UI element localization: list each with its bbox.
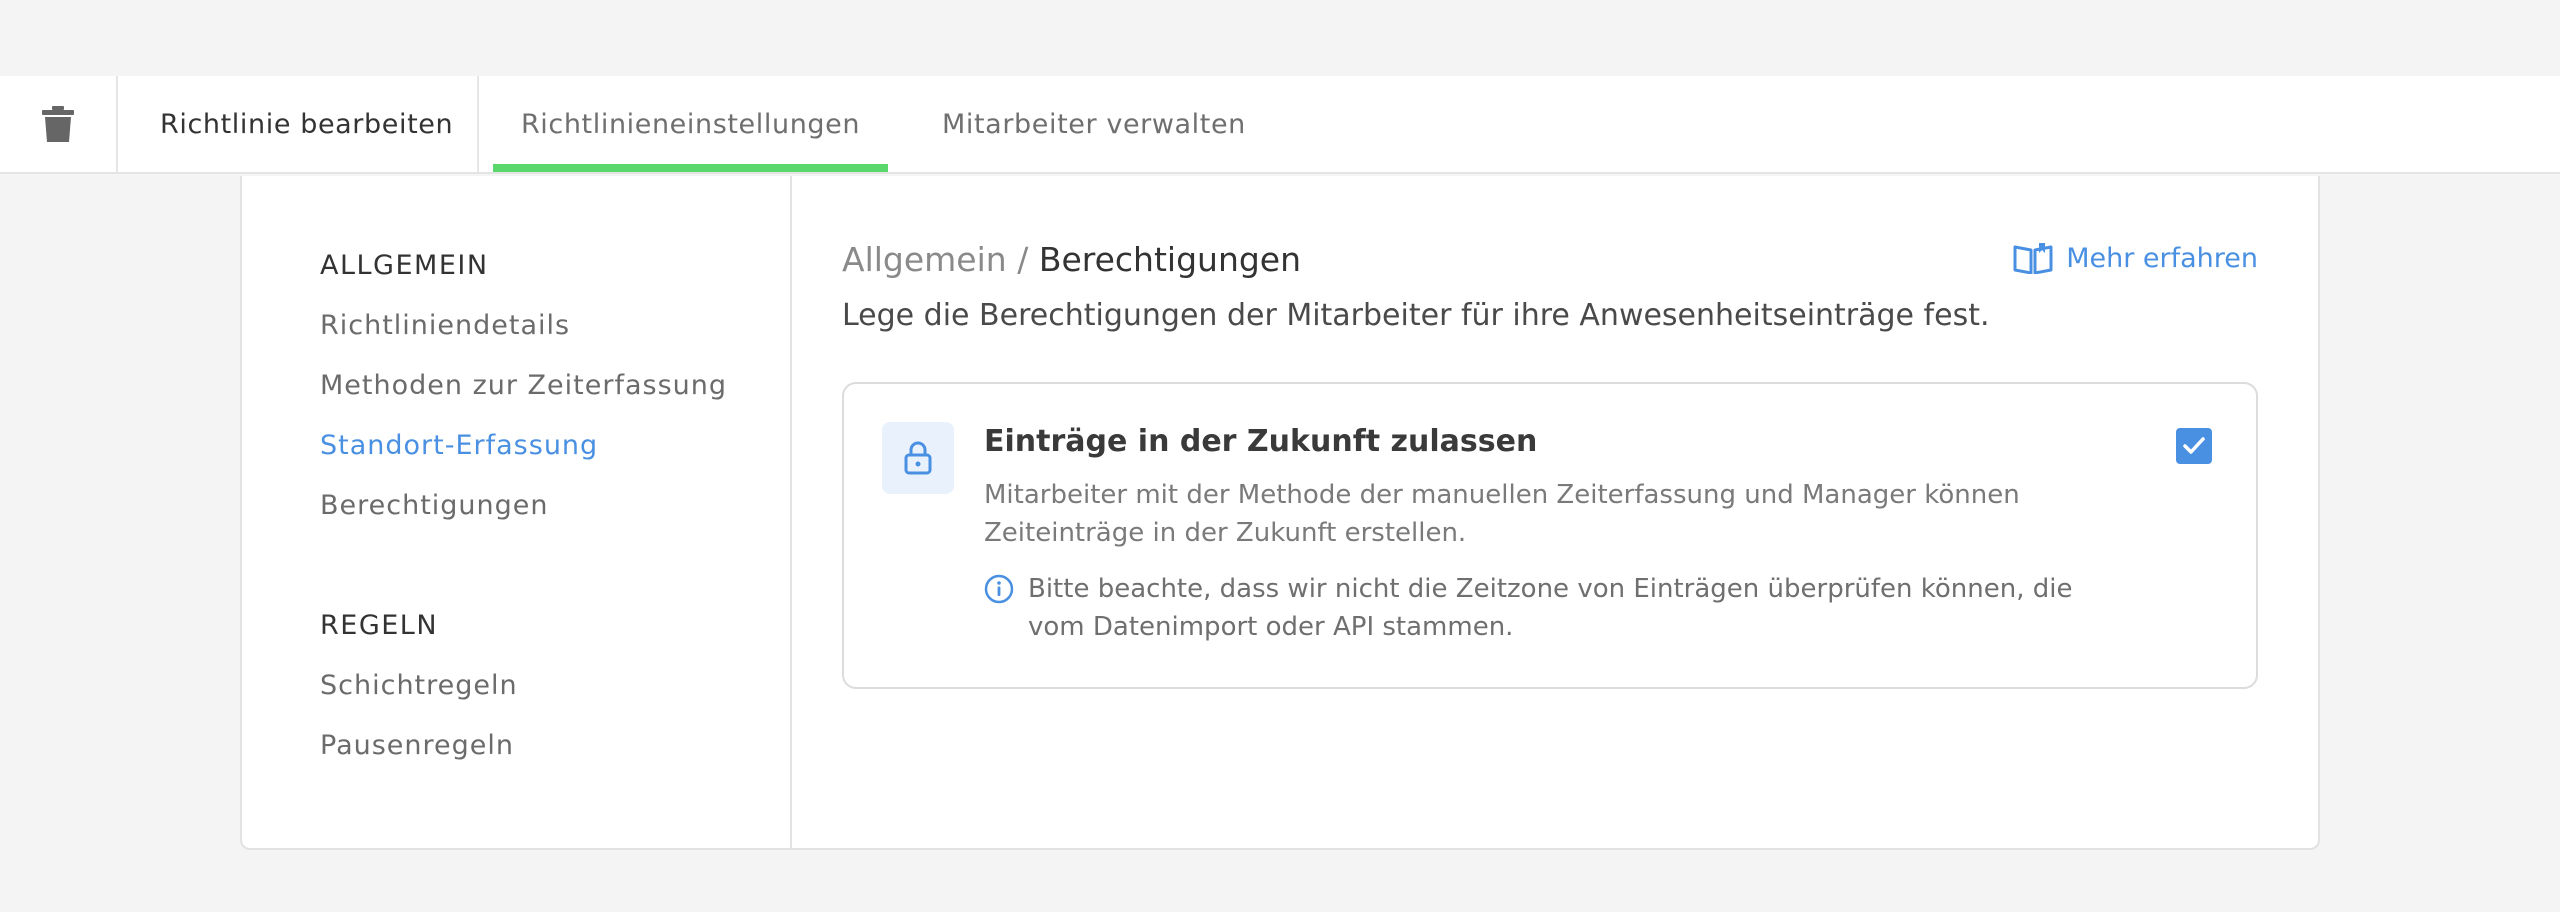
active-tab-indicator <box>493 164 888 172</box>
delete-policy-button[interactable] <box>0 76 118 172</box>
tab-bar: Richtlinie bearbeiten Richtlinieneinstel… <box>0 76 2560 174</box>
breadcrumb: Allgemein / Berechtigungen <box>842 240 1301 279</box>
breadcrumb-separator: / <box>1017 240 1029 279</box>
setting-description: Mitarbeiter mit der Methode der manuelle… <box>984 480 2020 548</box>
tab-edit-policy[interactable]: Richtlinie bearbeiten <box>118 76 479 172</box>
sidebar-item-policy-details[interactable]: Richtliniendetails <box>320 310 570 341</box>
trash-icon <box>42 106 74 142</box>
page-description: Lege die Berechtigungen der Mitarbeiter … <box>842 298 1990 333</box>
learn-more-label: Mehr erfahren <box>2066 242 2258 274</box>
sidebar-item-permissions[interactable]: Berechtigungen <box>320 490 549 521</box>
settings-card: ALLGEMEIN Richtliniendetails Methoden zu… <box>240 176 2320 850</box>
lock-icon <box>904 441 932 475</box>
breadcrumb-parent[interactable]: Allgemein <box>842 240 1007 279</box>
info-icon <box>984 574 1014 604</box>
tab-policy-settings[interactable]: Richtlinieneinstellungen <box>493 76 888 172</box>
setting-info-text: Bitte beachte, dass wir nicht die Zeitzo… <box>1028 574 2073 642</box>
future-entries-setting: Einträge in der Zukunft zulassen Mitarbe… <box>842 382 2258 689</box>
setting-title: Einträge in der Zukunft zulassen <box>984 424 1538 459</box>
sidebar-section-rules: REGELN <box>320 610 439 641</box>
breadcrumb-current: Berechtigungen <box>1038 240 1302 279</box>
sidebar-item-location-tracking[interactable]: Standort-Erfassung <box>320 430 598 461</box>
sidebar-item-tracking-methods[interactable]: Methoden zur Zeiterfassung <box>320 370 727 401</box>
tab-manage-employees[interactable]: Mitarbeiter verwalten <box>942 76 1246 172</box>
sidebar-item-break-rules[interactable]: Pausenregeln <box>320 730 514 761</box>
lock-icon-badge <box>882 422 954 494</box>
learn-more-link[interactable]: Mehr erfahren <box>2012 242 2258 274</box>
sidebar-section-general: ALLGEMEIN <box>320 250 489 281</box>
setting-info-note: Bitte beachte, dass wir nicht die Zeitzo… <box>984 570 2124 646</box>
open-book-icon <box>2013 243 2053 274</box>
settings-sidebar: ALLGEMEIN Richtliniendetails Methoden zu… <box>242 176 792 848</box>
sidebar-item-shift-rules[interactable]: Schichtregeln <box>320 670 518 701</box>
settings-content: Allgemein / Berechtigungen Mehr erfahren… <box>792 176 2320 848</box>
allow-future-entries-checkbox[interactable] <box>2176 428 2212 464</box>
check-icon <box>2183 437 2205 454</box>
